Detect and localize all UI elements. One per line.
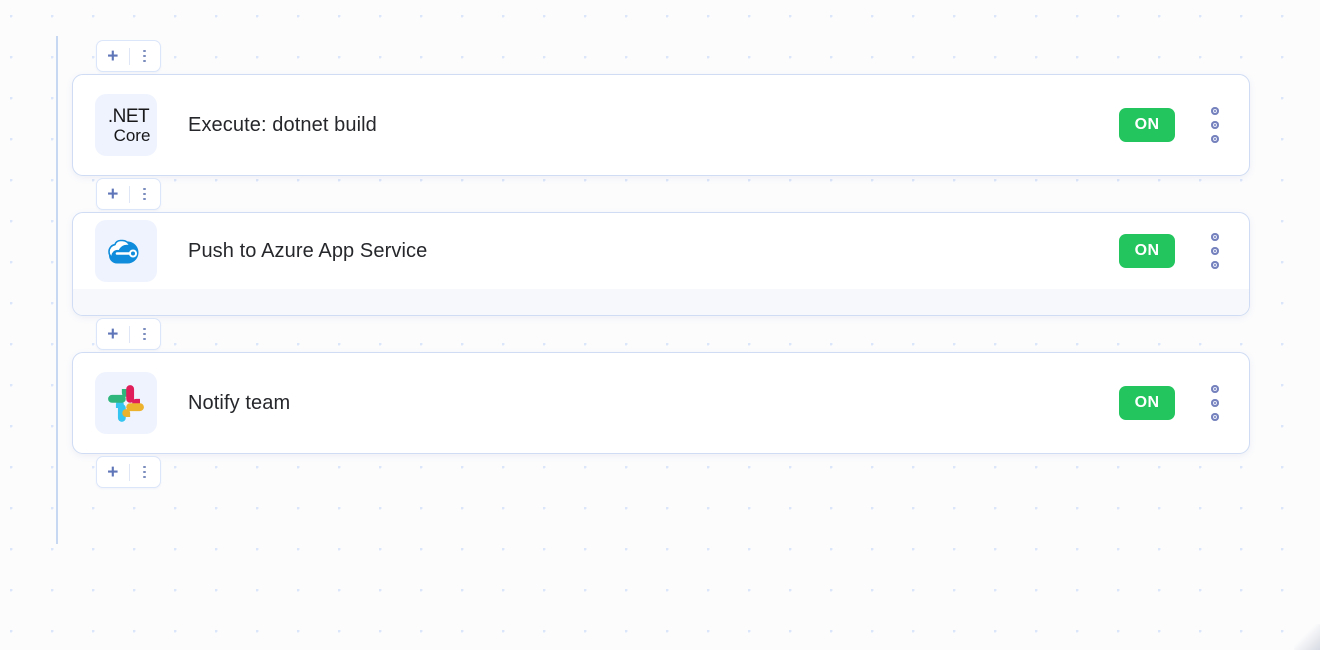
workflow-node-dotnet-build[interactable]: .NET Core Execute: dotnet build ON [72, 74, 1250, 176]
kebab-vertical-icon[interactable] [129, 179, 160, 209]
workflow-node-azure-app-service[interactable]: Push to Azure App Service ON [72, 212, 1250, 316]
workflow-node-notify-team[interactable]: Notify team ON [72, 352, 1250, 454]
add-step-pill-bottom[interactable]: + [96, 456, 161, 488]
azure-cloud-icon [95, 220, 157, 282]
workflow-canvas[interactable]: + .NET Core Execute: dotnet build ON + P… [0, 0, 1320, 650]
kebab-dot [143, 327, 147, 331]
node-title: Execute: dotnet build [188, 113, 377, 136]
plus-icon[interactable]: + [97, 179, 129, 209]
kebab-vertical-icon[interactable] [1197, 381, 1233, 425]
node-main-row: Push to Azure App Service ON [73, 213, 1249, 289]
add-step-row-bottom: + [72, 454, 1250, 490]
menu-dot [1211, 135, 1219, 143]
workflow-node-list: + .NET Core Execute: dotnet build ON + P… [72, 38, 1250, 490]
dotnet-icon-line1: .NET [107, 105, 150, 127]
status-badge[interactable]: ON [1119, 234, 1175, 268]
kebab-dot [143, 197, 147, 201]
kebab-vertical-icon[interactable] [1197, 103, 1233, 147]
kebab-dot [143, 54, 147, 58]
kebab-dot [143, 475, 147, 479]
dotnet-core-icon: .NET Core [95, 94, 157, 156]
node-main-row: .NET Core Execute: dotnet build ON [73, 75, 1249, 175]
kebab-dot [143, 465, 147, 469]
kebab-dot [143, 337, 147, 341]
menu-dot [1211, 247, 1219, 255]
status-badge[interactable]: ON [1119, 386, 1175, 420]
kebab-dot [143, 332, 147, 336]
menu-dot [1211, 413, 1219, 421]
node-title: Notify team [188, 391, 291, 414]
node-main-row: Notify team ON [73, 353, 1249, 453]
kebab-vertical-icon[interactable] [129, 457, 160, 487]
add-step-row-top: + [72, 38, 1250, 74]
add-step-pill-top[interactable]: + [96, 40, 161, 72]
kebab-vertical-icon[interactable] [129, 41, 160, 71]
plus-icon[interactable]: + [97, 41, 129, 71]
kebab-vertical-icon[interactable] [129, 319, 160, 349]
flow-connector-line [56, 36, 58, 544]
add-step-pill-after-build[interactable]: + [96, 178, 161, 210]
kebab-dot [143, 470, 147, 474]
menu-dot [1211, 107, 1219, 115]
plus-icon[interactable]: + [97, 457, 129, 487]
kebab-dot [143, 192, 147, 196]
dotnet-icon-line2: Core [113, 125, 151, 145]
kebab-dot [143, 59, 147, 63]
menu-dot [1211, 261, 1219, 269]
add-step-pill-after-azure[interactable]: + [96, 318, 161, 350]
node-footer-strip [73, 289, 1249, 315]
plus-icon[interactable]: + [97, 319, 129, 349]
slack-icon [95, 372, 157, 434]
kebab-dot [143, 49, 147, 53]
menu-dot [1211, 399, 1219, 407]
menu-dot [1211, 385, 1219, 393]
menu-dot [1211, 121, 1219, 129]
add-step-row-after-azure: + [72, 316, 1250, 352]
status-badge[interactable]: ON [1119, 108, 1175, 142]
menu-dot [1211, 233, 1219, 241]
kebab-vertical-icon[interactable] [1197, 229, 1233, 273]
kebab-dot [143, 187, 147, 191]
node-title: Push to Azure App Service [188, 239, 428, 262]
add-step-row-after-build: + [72, 176, 1250, 212]
